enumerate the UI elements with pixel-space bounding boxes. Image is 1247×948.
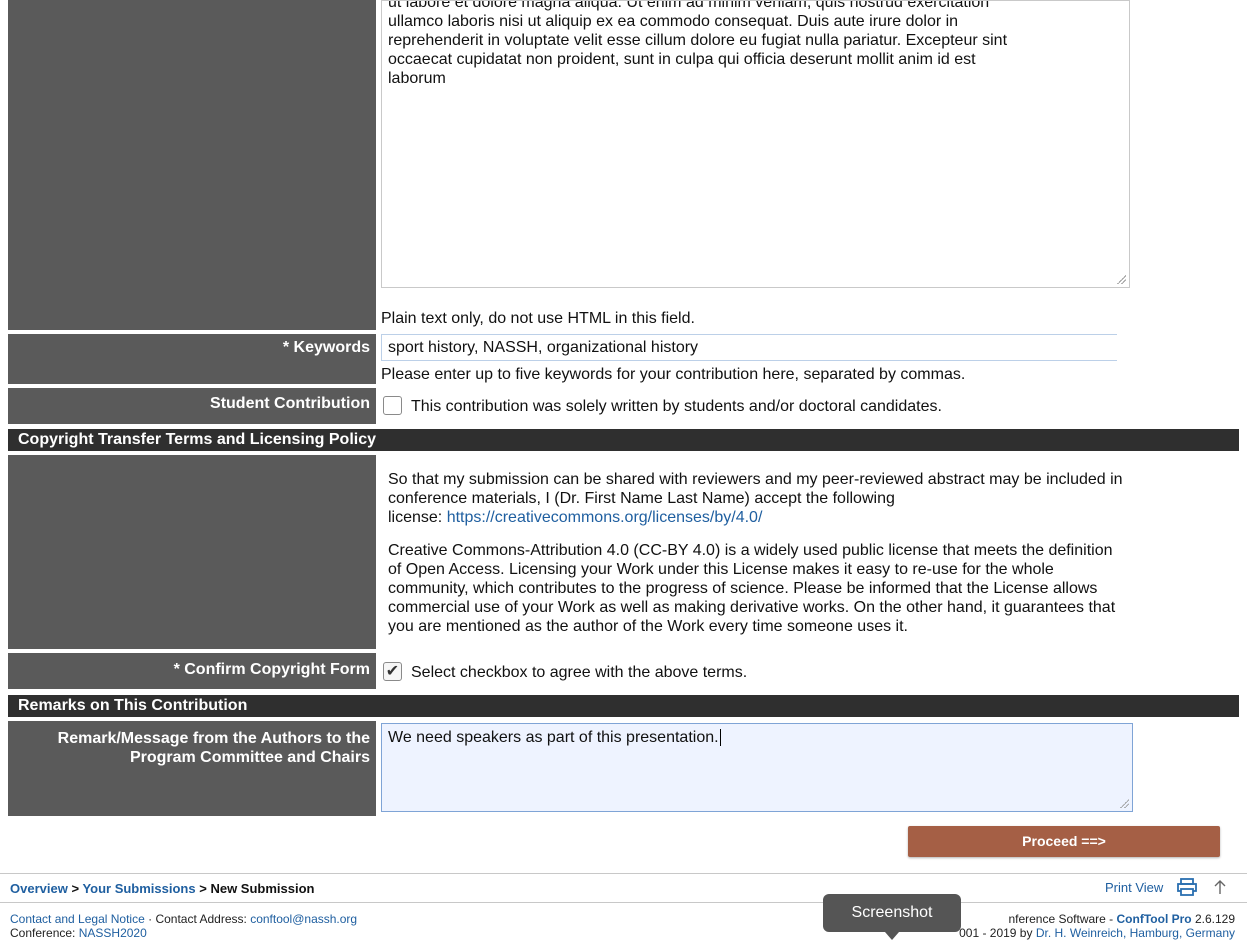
remarks-label-line: Program Committee and Chairs [129, 749, 370, 766]
breadcrumb-separator: > [71, 881, 80, 896]
breadcrumb-your-submissions[interactable]: Your Submissions [82, 881, 195, 896]
keywords-hint: Please enter up to five keywords for you… [381, 366, 966, 383]
license-description: Creative Commons-Attribution 4.0 (CC-BY … [388, 541, 1238, 636]
conference-prefix: Conference: [10, 926, 76, 940]
license-link[interactable]: https://creativecommons.org/licenses/by/… [447, 509, 763, 526]
software-prefix: nference Software - [1008, 912, 1114, 926]
resize-grip-icon[interactable] [1119, 798, 1129, 808]
copyright-label-cell [8, 455, 376, 649]
copyright-paragraph: So that my submission can be shared with… [388, 470, 1238, 527]
copyright-line: So that my submission can be shared with… [388, 471, 1123, 488]
license-line: license: https://creativecommons.org/lic… [388, 508, 1238, 527]
footer-left: Contact and Legal Notice · Contact Addre… [10, 912, 357, 940]
keywords-label-cell: * Keywords [8, 334, 376, 384]
license-desc-line: Creative Commons-Attribution 4.0 (CC-BY … [388, 542, 1113, 559]
copyright-section-header: Copyright Transfer Terms and Licensing P… [8, 429, 1239, 451]
abstract-line: occaecat cupidatat non proident, sunt in… [388, 51, 976, 68]
print-view-link[interactable]: Print View [1105, 880, 1163, 895]
student-checkbox[interactable] [383, 396, 402, 415]
remarks-label-line: Remark/Message from the Authors to the [57, 730, 370, 747]
contact-legal-link[interactable]: Contact and Legal Notice [10, 912, 145, 926]
footer-dot: · [148, 912, 153, 926]
abstract-note: Plain text only, do not use HTML in this… [381, 310, 695, 327]
conftool-pro-link[interactable]: ConfTool Pro [1117, 912, 1192, 926]
license-desc-line: you are mentioned as the author of the W… [388, 618, 908, 635]
scroll-to-top-icon[interactable] [1212, 879, 1228, 895]
conference-name: NASSH2020 [78, 926, 147, 940]
abstract-label-cell [8, 0, 376, 330]
contact-address-prefix: Contact Address: [155, 912, 247, 926]
license-prefix: license: [388, 509, 447, 526]
breadcrumb-separator: > [199, 881, 207, 896]
remarks-section-header: Remarks on This Contribution [8, 695, 1239, 717]
keywords-input[interactable]: sport history, NASSH, organizational his… [381, 334, 1117, 361]
screenshot-tooltip: Screenshot [823, 894, 961, 932]
contact-email-link[interactable]: conftool@nassh.org [250, 912, 357, 926]
checkmark-icon: ✔ [385, 663, 400, 680]
breadcrumb-current: New Submission [210, 881, 315, 896]
confirm-copyright-label: * Confirm Copyright Form [173, 661, 370, 678]
breadcrumb: Overview > Your Submissions > New Submis… [10, 881, 314, 896]
tooltip-arrow [885, 932, 899, 940]
footer-right: nference Software - ConfTool Pro 2.6.129… [959, 912, 1235, 940]
abstract-textarea[interactable]: ut labore et dolore magna aliqua. Ut eni… [381, 0, 1130, 288]
abstract-line: reprehenderit in voluptate velit esse ci… [388, 32, 1008, 49]
author-link[interactable]: Dr. H. Weinreich, Hamburg, Germany [1036, 926, 1235, 940]
breadcrumb-overview[interactable]: Overview [10, 881, 68, 896]
license-desc-line: of Open Access. Licensing your Work unde… [388, 561, 1054, 578]
confirm-copyright-checkbox[interactable]: ✔ [383, 662, 402, 681]
student-text: This contribution was solely written by … [411, 398, 942, 415]
print-view-label: Print View [1105, 880, 1164, 895]
license-desc-line: community, which contributes to the prog… [388, 580, 1098, 597]
abstract-line: ut labore et dolore magna aliqua. Ut eni… [388, 0, 990, 11]
remarks-label-cell: Remark/Message from the Authors to the P… [8, 721, 376, 816]
license-desc-line: commercial use of your Work as well as m… [388, 599, 1116, 616]
student-label: Student Contribution [210, 395, 370, 412]
confirm-copyright-text: Select checkbox to agree with the above … [411, 664, 748, 681]
resize-grip-icon[interactable] [1116, 274, 1126, 284]
abstract-line: laborum [388, 70, 446, 87]
copyright-prefix: 001 - 2019 by [959, 926, 1033, 940]
printer-icon[interactable] [1176, 877, 1198, 897]
text-caret: ​ [719, 729, 721, 746]
student-label-cell: Student Contribution [8, 388, 376, 424]
keywords-label: * Keywords [282, 339, 370, 356]
copyright-line: conference materials, I (Dr. First Name … [388, 490, 895, 507]
proceed-button[interactable]: Proceed ==> [908, 826, 1220, 857]
software-version: 2.6.129 [1194, 912, 1235, 926]
remarks-textarea[interactable]: We need speakers as part of this present… [381, 723, 1133, 812]
remarks-value: We need speakers as part of this present… [388, 729, 719, 746]
confirm-copyright-label-cell: * Confirm Copyright Form [8, 653, 376, 689]
abstract-line: ullamco laboris nisi ut aliquip ex ea co… [388, 13, 959, 30]
